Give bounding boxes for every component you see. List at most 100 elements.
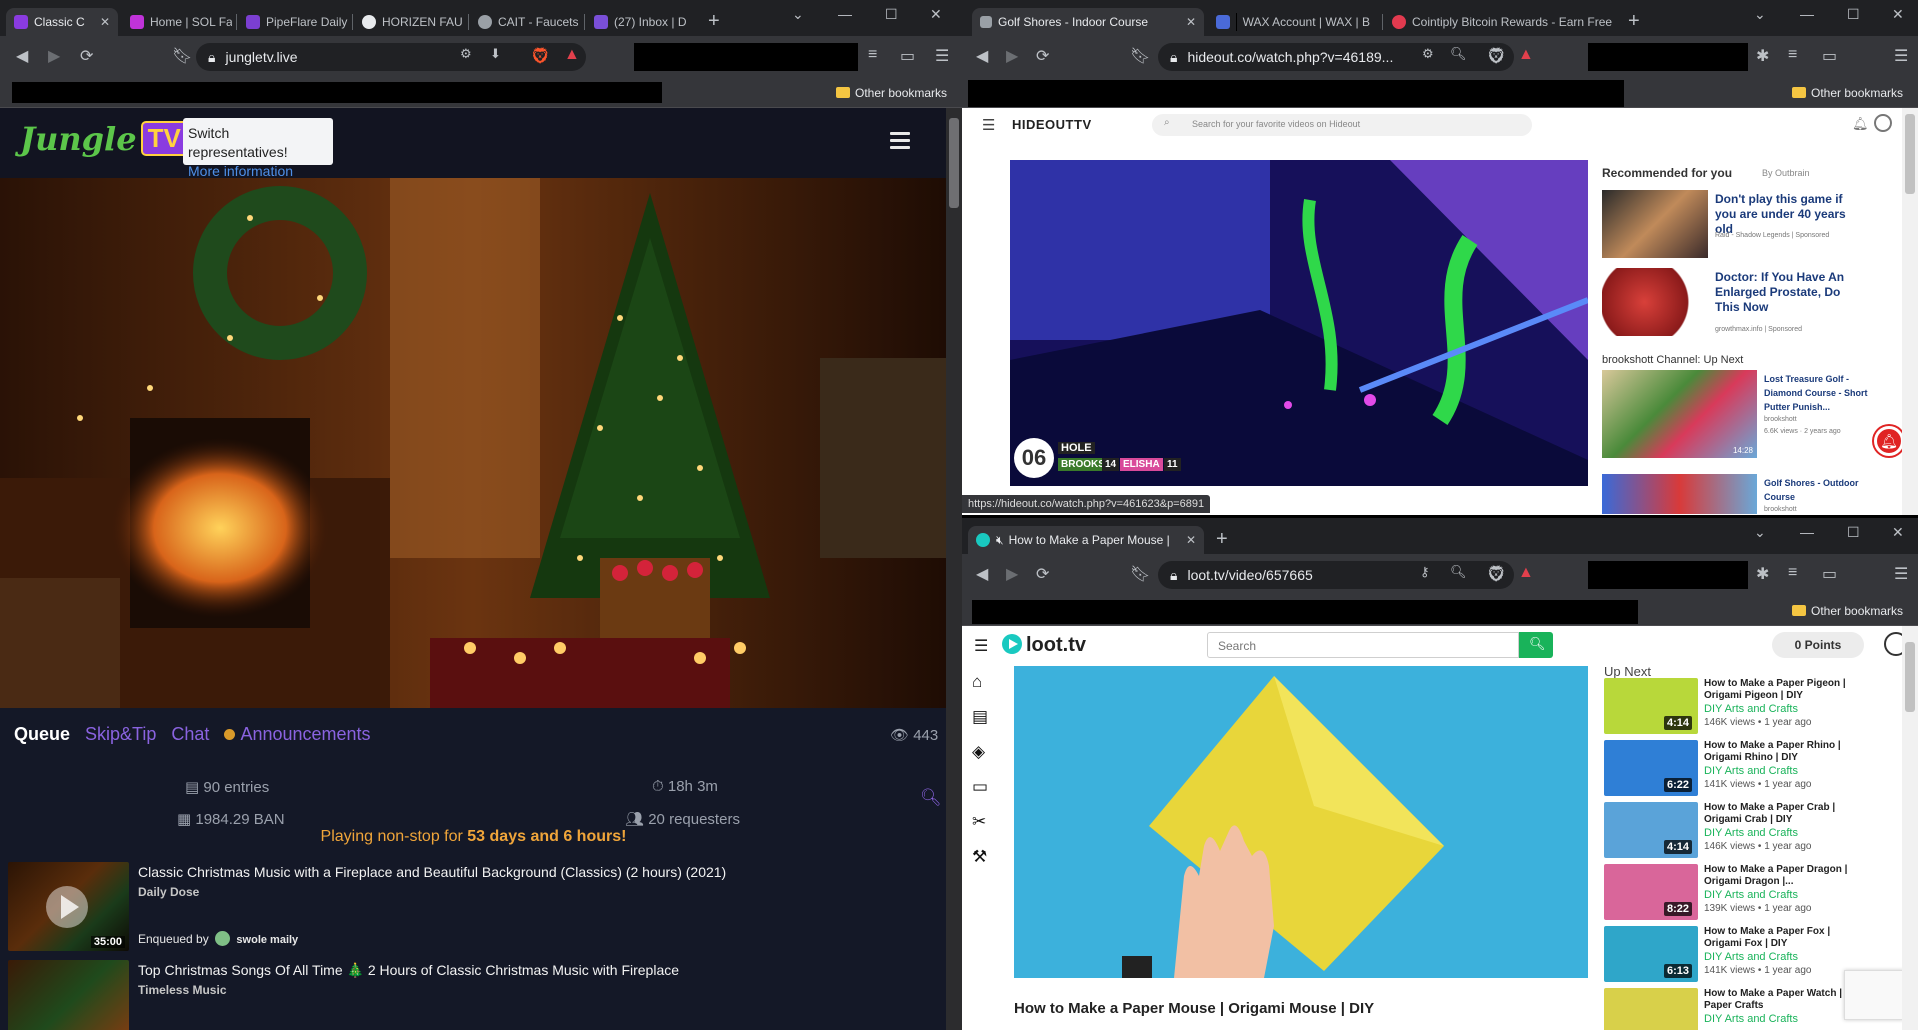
up-next-item[interactable]: 8:22 How to Make a Paper Dragon | Origam… [1604,864,1894,922]
enqueued-user[interactable]: swole maily [236,934,298,946]
minimize-button[interactable]: — [1800,6,1814,22]
up-next-channel[interactable]: DIY Arts and Crafts [1704,703,1798,715]
loottv-search-input[interactable]: Search [1207,632,1519,658]
search-button[interactable]: 🔍︎ [1519,632,1553,658]
playlist-icon[interactable]: ≡ [1788,564,1797,582]
tab-sol-faucet[interactable]: Home | SOL Fa [122,8,232,36]
hideout-search-input[interactable]: ⌕ Search for your favorite videos on Hide… [1152,114,1532,136]
monitor-icon[interactable]: ▭ [972,777,988,797]
menu-icon[interactable]: ☰ [935,46,949,66]
up-next-title[interactable]: How to Make a Paper Dragon | Origami Dra… [1704,864,1864,888]
other-bookmarks[interactable]: Other bookmarks [1792,86,1903,100]
playlist-icon[interactable]: ≡ [868,46,877,64]
queue-entry[interactable]: 35:00 Classic Christmas Music with a Fir… [8,862,938,954]
by-outbrain[interactable]: By Outbrain [1762,168,1810,178]
search-icon[interactable]: 🔍︎ [920,788,942,808]
key-icon[interactable]: ⚷ [1420,564,1430,580]
close-tab-icon[interactable]: ✕ [1180,15,1196,29]
back-icon[interactable]: ◀ [976,46,988,66]
video-player[interactable] [0,178,947,708]
forward-icon[interactable]: ▶ [48,46,60,66]
close-tab-icon[interactable]: ✕ [1180,533,1196,547]
tab-cointiply[interactable]: Cointiply Bitcoin Rewards - Earn Free [1384,8,1624,36]
tab-inbox[interactable]: (27) Inbox | D [586,8,696,36]
brave-shields-icon[interactable]: 🦁︎ [1486,564,1506,584]
bookmark-icon[interactable]: 🔖︎ [1130,46,1150,66]
hideout-video-player[interactable]: 06 HOLE BROOKS 14 ELISHA 11 [1010,160,1588,486]
forward-icon[interactable]: ▶ [1006,564,1018,584]
up-next-title[interactable]: How to Make a Paper Crab | Origami Crab … [1704,802,1864,826]
extensions-icon[interactable]: ✱ [1756,46,1769,66]
up-next-item[interactable]: 4:14 How to Make a Paper Pigeon | Origam… [1604,678,1894,736]
brave-shields-icon[interactable]: 🦁︎ [1486,46,1506,66]
brave-rewards-icon[interactable]: ▲ [1518,46,1534,64]
playlist-icon[interactable]: ≡ [1788,46,1797,64]
layers-icon[interactable]: ◈ [972,742,985,762]
up-next-channel[interactable]: DIY Arts and Crafts [1704,889,1798,901]
scrollbar-thumb[interactable] [949,118,959,208]
jungletv-logo[interactable]: Jungle TV [20,120,188,158]
menu-icon[interactable]: ☰ [1894,46,1908,66]
tab-search-icon[interactable]: ⌄ [792,6,804,23]
notification-bell-icon[interactable]: 🔔︎ [1852,116,1869,132]
wallet-icon[interactable]: ▭ [900,46,915,66]
bookmark-icon[interactable]: 🔖︎ [1130,564,1150,584]
install-icon[interactable]: ⬇ [490,46,501,62]
tab-chat[interactable]: Chat [171,724,209,744]
up-next-channel[interactable]: DIY Arts and Crafts [1704,1013,1798,1025]
scrollbar-thumb[interactable] [1905,114,1915,194]
maximize-button[interactable]: ☐ [1847,6,1860,23]
home-icon[interactable]: ⌂ [972,672,982,692]
tab-cait[interactable]: CAIT - Faucets [470,8,580,36]
up-next-title[interactable]: How to Make a Paper Rhino | Origami Rhin… [1704,740,1864,764]
maximize-button[interactable]: ☐ [885,6,898,23]
account-avatar-icon[interactable] [1874,114,1892,132]
hamburger-menu-icon[interactable]: ☰ [982,116,995,134]
up-next-channel[interactable]: DIY Arts and Crafts [1704,827,1798,839]
wallet-icon[interactable]: ▭ [1822,564,1837,584]
tab-horizen[interactable]: HORIZEN FAU [354,8,464,36]
brave-rewards-icon[interactable]: ▲ [1518,564,1534,582]
site-settings-icon[interactable]: ⚙ [460,46,472,62]
up-next-item[interactable]: 14:28 Lost Treasure Golf - Diamond Cours… [1602,370,1902,458]
minimize-button[interactable]: — [838,6,852,22]
tab-hideout[interactable]: Golf Shores - Indoor Course ✕ [972,8,1204,36]
close-window-button[interactable]: ✕ [1892,524,1904,541]
recommended-item[interactable]: Doctor: If You Have An Enlarged Prostate… [1602,268,1902,340]
new-tab-button[interactable]: + [1628,10,1640,33]
up-next-channel[interactable]: DIY Arts and Crafts [1704,765,1798,777]
reload-icon[interactable]: ⟳ [1036,46,1049,66]
store-icon[interactable]: ▤ [972,707,988,727]
tab-search-icon[interactable]: ⌄ [1754,524,1766,541]
recommended-item[interactable]: Don't play this game if you are under 40… [1602,190,1902,262]
tab-loottv[interactable]: 🔇︎ How to Make a Paper Mouse | ✕ [968,526,1204,554]
brave-shields-icon[interactable]: 🦁︎ [530,46,550,66]
hamburger-menu-icon[interactable]: ☰ [974,636,988,656]
other-bookmarks[interactable]: Other bookmarks [1792,604,1903,618]
wallet-icon[interactable]: ▭ [1822,46,1837,66]
up-next-title[interactable]: How to Make a Paper Fox | Origami Fox | … [1704,926,1864,950]
hammer-icon[interactable]: ⚒ [972,847,987,867]
zoom-icon[interactable]: 🔍︎ [1450,46,1467,62]
up-next-title[interactable]: How to Make a Paper Watch | Paper Crafts [1704,988,1864,1012]
forward-icon[interactable]: ▶ [1006,46,1018,66]
queue-entry-title[interactable]: Top Christmas Songs Of All Time 🎄 2 Hour… [138,962,679,979]
close-window-button[interactable]: ✕ [930,6,942,23]
queue-entry-title[interactable]: Classic Christmas Music with a Fireplace… [138,864,726,880]
up-next-title[interactable]: Lost Treasure Golf - Diamond Course - Sh… [1764,372,1874,414]
bookmark-icon[interactable]: 🔖︎ [172,46,192,66]
tab-skip-tip[interactable]: Skip&Tip [85,724,156,744]
maximize-button[interactable]: ☐ [1847,524,1860,541]
tab-wax-account[interactable]: WAX Account | WAX | B [1208,8,1378,36]
reload-icon[interactable]: ⟳ [1036,564,1049,584]
page-scrollbar[interactable] [946,108,962,1030]
reload-icon[interactable]: ⟳ [80,46,93,66]
tab-jungletv[interactable]: Classic C ✕ [6,8,118,36]
minimize-button[interactable]: — [1800,524,1814,540]
up-next-title[interactable]: How to Make a Paper Pigeon | Origami Pig… [1704,678,1864,702]
hamburger-menu-icon[interactable] [890,132,910,153]
recaptcha-badge[interactable] [1844,970,1904,1020]
tab-announcements[interactable]: Announcements [240,724,370,744]
close-window-button[interactable]: ✕ [1892,6,1904,23]
page-scrollbar[interactable] [1902,108,1918,515]
